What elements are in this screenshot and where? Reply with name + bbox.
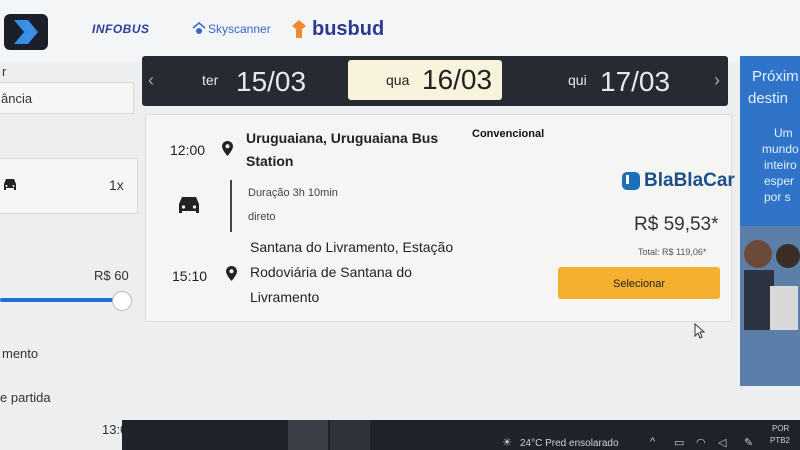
trip-direct: direto bbox=[248, 211, 276, 223]
ad-headline-1: Próxim bbox=[752, 68, 799, 85]
date-label: 17/03 bbox=[600, 66, 671, 97]
location-input[interactable]: ância bbox=[0, 82, 134, 114]
wifi-icon[interactable]: ◠ bbox=[696, 436, 706, 449]
trip-total: Total: R$ 119,06* bbox=[638, 247, 707, 257]
price-filter-value: R$ 60 bbox=[94, 268, 129, 283]
ad-text-3: inteiro bbox=[764, 158, 797, 172]
departure-time: 12:00 bbox=[170, 142, 206, 158]
advertisement-panel[interactable]: Próxim destin Um mundo inteiro esper por… bbox=[740, 56, 800, 386]
taskbar-app-button[interactable] bbox=[330, 420, 370, 450]
filter-panel: r ância 1x R$ 60 mento e partida 13:00 bbox=[0, 62, 142, 437]
chevron-up-icon[interactable]: ^ bbox=[650, 436, 655, 448]
ad-text-4: esper bbox=[764, 174, 795, 188]
skyscanner-icon bbox=[192, 22, 206, 34]
departure-stop-line2: Station bbox=[246, 153, 294, 169]
arrival-stop-line1: Santana do Livramento, Estação bbox=[250, 239, 454, 255]
cursor-icon bbox=[694, 323, 706, 339]
date-option-selected[interactable]: qua 16/03 bbox=[348, 60, 502, 100]
price-slider-handle[interactable] bbox=[112, 291, 132, 311]
ad-text-5: por s bbox=[764, 190, 791, 204]
passenger-count: 1x bbox=[109, 177, 124, 193]
pen-icon[interactable]: ✎ bbox=[744, 436, 753, 449]
carrier-name: BlaBlaCar bbox=[644, 170, 735, 191]
arrival-time: 15:10 bbox=[172, 268, 208, 284]
weekday-label: ter bbox=[202, 72, 219, 88]
weekday-label: qui bbox=[568, 72, 587, 88]
trip-duration: Duração 3h 10min bbox=[248, 187, 338, 199]
keyboard-layout[interactable]: PTB2 bbox=[770, 436, 790, 445]
trip-price: R$ 59,53* bbox=[634, 214, 719, 235]
ad-photo bbox=[740, 226, 800, 386]
taskbar-app-button[interactable] bbox=[288, 420, 328, 450]
class-badge: Convencional bbox=[472, 128, 545, 140]
car-icon bbox=[179, 197, 199, 213]
infobus-logo: INFOBUS bbox=[92, 22, 150, 36]
filter-option-1[interactable]: mento bbox=[2, 346, 38, 361]
ad-text-1: Um bbox=[774, 126, 793, 140]
busbud-icon bbox=[292, 20, 306, 38]
filter-label: r bbox=[2, 64, 7, 79]
skyscanner-logo: Skyscanner bbox=[208, 22, 271, 36]
language-indicator[interactable]: POR bbox=[772, 424, 789, 433]
brand-logo-icon bbox=[4, 14, 48, 50]
ad-headline-2: destin bbox=[748, 90, 789, 107]
chevron-right-icon[interactable]: › bbox=[714, 70, 720, 91]
weather-status[interactable]: 24°C Pred ensolarado bbox=[520, 438, 619, 449]
select-button[interactable]: Selecionar bbox=[558, 267, 720, 299]
partner-header: INFOBUS Skyscanner busbud bbox=[0, 0, 800, 62]
battery-icon[interactable]: ▭ bbox=[674, 436, 684, 449]
volume-icon[interactable]: ◁ bbox=[718, 436, 726, 449]
price-slider-track[interactable] bbox=[0, 298, 120, 302]
location-pin-icon bbox=[226, 266, 237, 281]
date-label: 16/03 bbox=[422, 64, 493, 95]
passenger-selector[interactable]: 1x bbox=[0, 158, 138, 214]
taskbar: ☀ 24°C Pred ensolarado ^ ▭ ◠ ◁ ✎ POR PTB… bbox=[122, 420, 800, 450]
ad-text-2: mundo bbox=[762, 142, 799, 156]
car-icon bbox=[4, 179, 16, 190]
filter-option-2[interactable]: e partida bbox=[0, 390, 51, 405]
location-pin-icon bbox=[222, 141, 233, 156]
date-label: 15/03 bbox=[236, 66, 307, 97]
route-line bbox=[230, 180, 232, 232]
departure-stop-line1: Uruguaiana, Uruguaiana Bus bbox=[246, 130, 439, 146]
busbud-logo: busbud bbox=[312, 18, 385, 40]
blablacar-logo-icon bbox=[622, 172, 640, 190]
weekday-label: qua bbox=[386, 72, 410, 88]
arrival-stop-line2: Rodoviária de Santana do bbox=[250, 264, 412, 280]
arrival-stop-line3: Livramento bbox=[250, 289, 320, 305]
location-input-value: ância bbox=[1, 91, 33, 106]
weather-icon: ☀ bbox=[502, 437, 512, 449]
chevron-left-icon[interactable]: ‹ bbox=[148, 70, 154, 91]
